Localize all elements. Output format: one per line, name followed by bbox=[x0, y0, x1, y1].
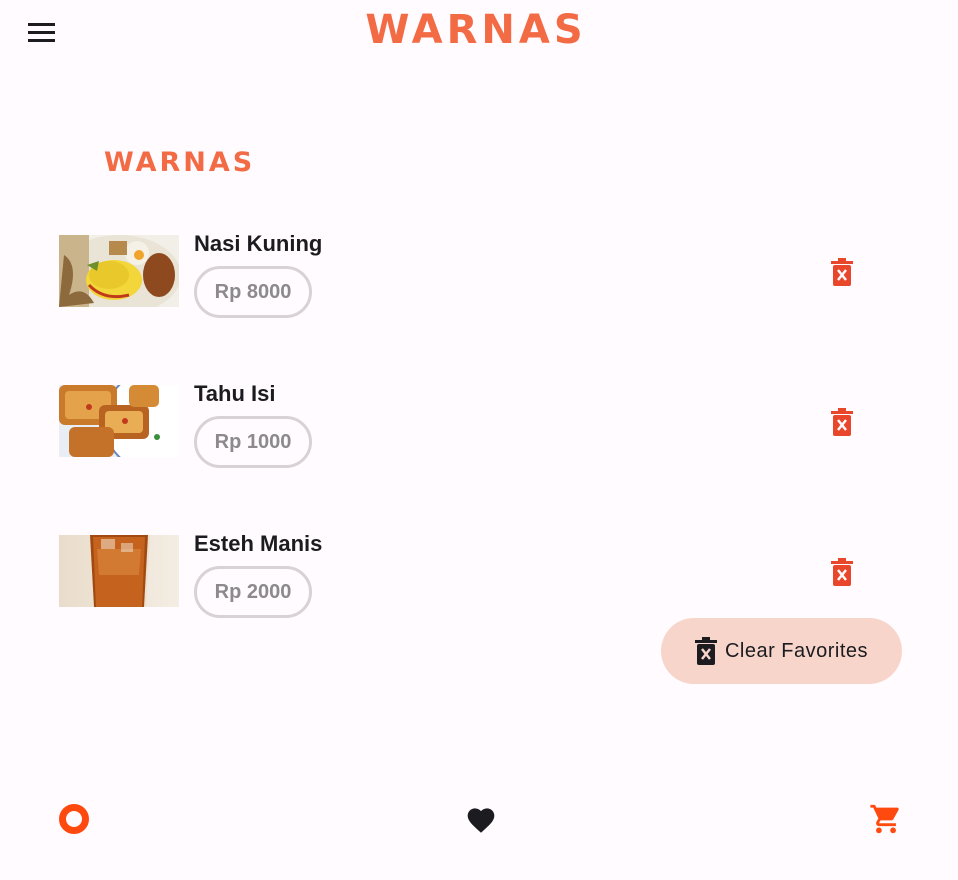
clear-favorites-label: Clear Favorites bbox=[724, 639, 869, 662]
menu-icon bbox=[27, 22, 55, 42]
delete-forever-icon bbox=[831, 408, 853, 436]
list-item: Nasi Kuning Rp 8000 bbox=[59, 231, 879, 325]
price-label: Rp 8000 bbox=[214, 280, 292, 303]
delete-favorite-button[interactable] bbox=[827, 255, 857, 289]
nav-cart-button[interactable] bbox=[866, 801, 906, 837]
item-name: Nasi Kuning bbox=[194, 231, 323, 256]
delete-forever-icon bbox=[694, 637, 717, 665]
price-chip[interactable]: Rp 2000 bbox=[194, 566, 312, 618]
price-chip[interactable]: Rp 8000 bbox=[194, 266, 312, 318]
nasi-kuning-photo bbox=[59, 235, 179, 307]
item-name: Tahu Isi bbox=[194, 381, 276, 406]
delete-forever-icon bbox=[831, 258, 853, 286]
clear-favorites-button[interactable]: Clear Favorites bbox=[661, 618, 902, 684]
content-logo: WARNAS bbox=[104, 147, 256, 178]
esteh-manis-photo bbox=[59, 535, 179, 607]
list-item: Tahu Isi Rp 1000 bbox=[59, 381, 879, 475]
price-label: Rp 1000 bbox=[214, 430, 292, 453]
shopping-cart-icon bbox=[870, 804, 899, 834]
header-logo: WARNAS bbox=[365, 7, 587, 53]
delete-favorite-button[interactable] bbox=[827, 555, 857, 589]
tahu-isi-photo bbox=[59, 385, 179, 457]
list-item: Esteh Manis Rp 2000 bbox=[59, 531, 879, 625]
delete-favorite-button[interactable] bbox=[827, 405, 857, 439]
menu-button[interactable] bbox=[20, 14, 62, 50]
home-ring-icon bbox=[59, 804, 89, 834]
delete-forever-icon bbox=[831, 558, 853, 586]
price-chip[interactable]: Rp 1000 bbox=[194, 416, 312, 468]
price-label: Rp 2000 bbox=[214, 580, 292, 603]
heart-icon bbox=[467, 808, 495, 833]
app-root: WARNAS WARNAS Nasi Kuning Rp 8000 Tahu I… bbox=[0, 0, 958, 880]
nav-home-button[interactable] bbox=[56, 801, 92, 837]
nav-favorites-button[interactable] bbox=[462, 801, 500, 837]
item-name: Esteh Manis bbox=[194, 531, 323, 556]
